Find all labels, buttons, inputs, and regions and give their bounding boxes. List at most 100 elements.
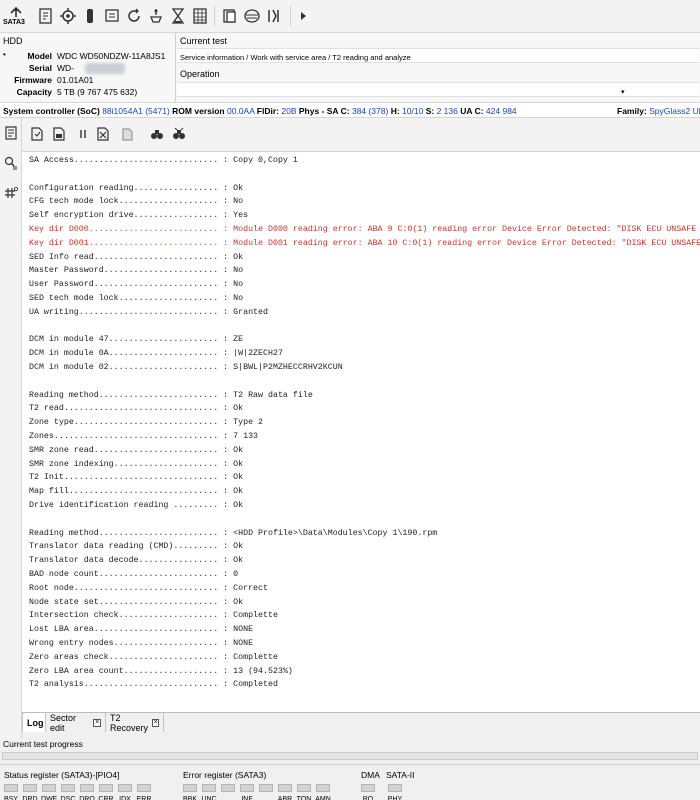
status-bit-label: DWF (41, 796, 57, 800)
log-line: Map fill.............................. :… (29, 487, 244, 497)
wrench-icon[interactable] (264, 4, 284, 28)
controller-label: System controller (SoC) (3, 106, 100, 116)
report-icon[interactable] (3, 125, 19, 141)
log-line: T2 Init............................... :… (29, 473, 244, 483)
log-output[interactable]: SA Access............................. :… (22, 152, 700, 712)
serial-redaction (85, 63, 125, 74)
log-line: SED Info read......................... :… (29, 252, 244, 262)
terminal-icon[interactable] (146, 4, 166, 28)
status-bit-indicator (137, 784, 151, 792)
tab-t2-recovery-label: T2 Recovery (110, 712, 149, 733)
status-bit-indicator (99, 784, 113, 792)
close-icon[interactable]: × (93, 718, 101, 727)
firmware-label: Firmware (14, 75, 52, 85)
status-bit-indicator (4, 784, 18, 792)
status-bit-indicator (61, 784, 75, 792)
main-toolbar: SATA3 (0, 0, 700, 33)
firmware-value: 01.01A01 (57, 75, 94, 85)
hdd-panel-title: HDD (3, 36, 23, 46)
copy-log-icon[interactable] (28, 125, 46, 143)
status-bit-indicator (42, 784, 56, 792)
log-line: Zones................................. :… (29, 432, 259, 441)
hourglass-icon[interactable] (168, 4, 188, 28)
dma-bit-label: RQ (362, 796, 374, 800)
log-line: SA Access............................. :… (29, 156, 298, 165)
family-info: Family: SpyGlass2 Ultra 2 (617, 106, 700, 116)
print-log-icon[interactable] (118, 125, 136, 143)
log-line: CFG tech mode lock.................... :… (29, 197, 244, 207)
tab-sector-edit[interactable]: Sector edit × (46, 713, 106, 733)
log-line: Node state set........................ :… (29, 597, 244, 607)
log-line: Drive identification reading ......... :… (29, 501, 244, 510)
progress-bar (2, 752, 698, 760)
log-line: BAD node count........................ :… (29, 570, 239, 579)
uac-label: UA C: (460, 106, 484, 116)
heads-label: H: (390, 106, 400, 116)
microchip-icon[interactable] (80, 4, 100, 28)
status-bit-indicator (80, 784, 94, 792)
folder-icon[interactable] (220, 4, 240, 28)
error-bit-label: AMN (315, 796, 331, 800)
log-line: Reading method........................ :… (29, 528, 438, 538)
error-bit-indicator (297, 784, 311, 792)
clear-log-icon[interactable] (94, 125, 112, 143)
play-icon[interactable] (293, 4, 313, 28)
hdd-firmware-row: Firmware 01.01A01 (0, 75, 176, 87)
grid-icon[interactable] (190, 4, 210, 28)
log-line: DCM in module 02...................... :… (29, 363, 343, 372)
rotate-icon[interactable] (124, 4, 144, 28)
tab-log-label: Log (27, 717, 44, 728)
log-line: T2 analysis........................... :… (29, 680, 278, 690)
disk-icon[interactable] (242, 4, 262, 28)
sectors-value: 2 136 (436, 106, 458, 116)
operation-dropdown-caret[interactable]: ▾ (621, 88, 625, 96)
error-bit-indicator (278, 784, 292, 792)
find-icon[interactable] (148, 125, 166, 143)
sectors-label: S: (425, 106, 435, 116)
status-bit-label: ERR (136, 796, 152, 800)
log-line-error: Key dir D001.......................... :… (29, 238, 700, 248)
doc-scan-icon[interactable] (102, 4, 122, 28)
error-bit-indicator (316, 784, 330, 792)
log-line: Translator data reading (CMD)......... :… (29, 542, 244, 552)
status-bit-indicator (23, 784, 37, 792)
phys-value: 384 (378) (351, 106, 389, 116)
serial-label: Serial (28, 63, 52, 73)
controller-value: 88i1054A1 (5471) (102, 106, 170, 116)
tab-log[interactable]: Log (22, 713, 46, 732)
log-line: Root node............................. :… (29, 583, 268, 593)
dma-bit-indicator (361, 784, 375, 792)
model-label: Model (27, 51, 52, 61)
sata-bit-indicator (388, 784, 402, 792)
log-line: SED tech mode lock.................... :… (29, 294, 244, 303)
error-bit-label: TON (296, 796, 312, 800)
left-tool-strip (0, 118, 22, 738)
log-line: Zone type............................. :… (29, 418, 264, 428)
error-bit-indicator (240, 784, 254, 792)
search-hex-icon[interactable] (3, 155, 19, 171)
save-log-icon[interactable] (50, 125, 68, 143)
status-bit-label: DRQ (79, 796, 95, 800)
sata-bit-label: PHY (387, 796, 403, 800)
pause-icon[interactable] (74, 125, 92, 143)
log-line: Configuration reading................. :… (29, 183, 244, 193)
log-line: Wrong entry nodes..................... :… (29, 639, 254, 648)
bookmark-icon[interactable] (36, 4, 56, 28)
rom-value: 00.0AA (226, 106, 255, 116)
log-line-error: Key dir D000.......................... :… (29, 225, 700, 234)
find-next-icon[interactable] (170, 125, 188, 143)
log-line: Translator data decode................ :… (29, 556, 244, 566)
hash-tools-icon[interactable] (3, 185, 19, 201)
status-bit-label: BSY (3, 796, 18, 800)
log-line: DCM in module 0A...................... :… (29, 349, 283, 359)
bottom-tab-bar: Log Sector edit × T2 Recovery × (22, 712, 700, 733)
tab-t2-recovery[interactable]: T2 Recovery × (106, 712, 164, 733)
error-bit-indicator (259, 784, 273, 792)
toolbar-separator (214, 6, 215, 26)
current-test-value: Service information / Work with service … (177, 48, 699, 63)
current-test-panel: Current test Service information / Work … (176, 33, 700, 103)
status-bit-indicator (118, 784, 132, 792)
gear-settings-icon[interactable] (58, 4, 78, 28)
status-bit-label: DSC (60, 796, 76, 800)
close-icon[interactable]: × (152, 718, 159, 727)
